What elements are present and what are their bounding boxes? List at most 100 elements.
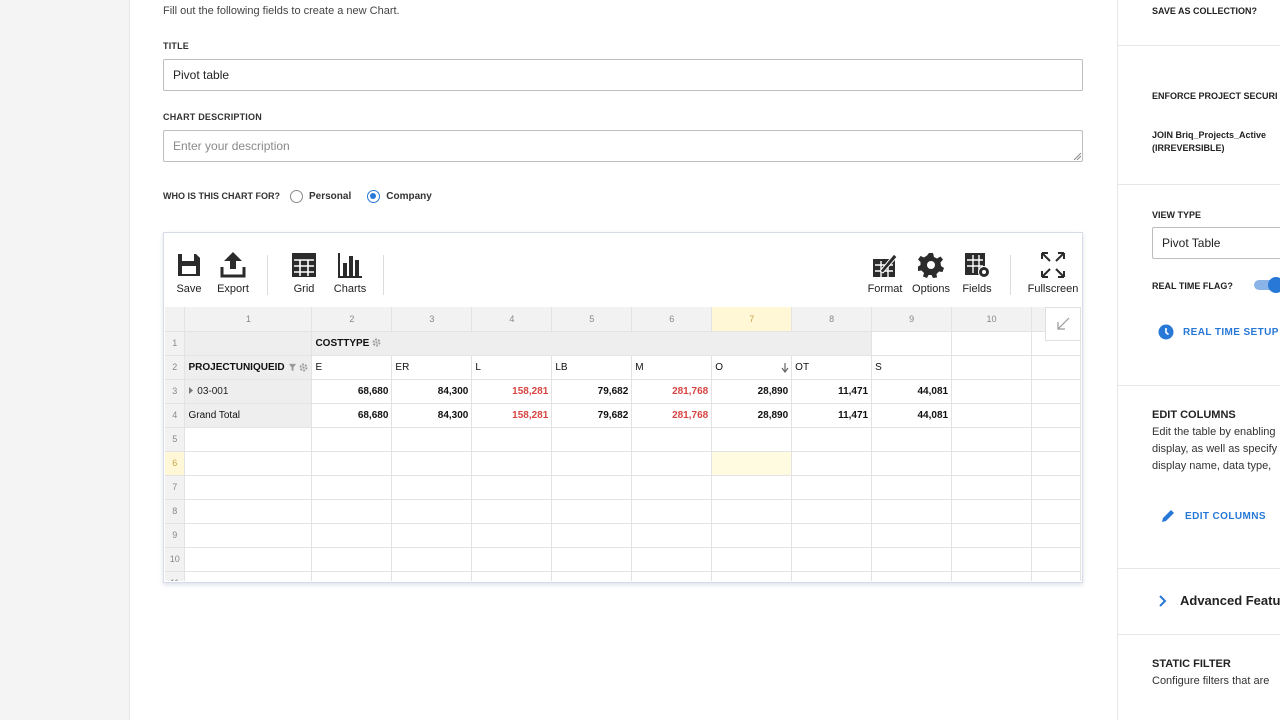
- format-button[interactable]: Format: [862, 251, 908, 301]
- gear-icon[interactable]: [299, 363, 308, 372]
- empty-cell[interactable]: [711, 499, 793, 524]
- empty-cell[interactable]: [871, 451, 953, 476]
- row-number[interactable]: 7: [165, 475, 186, 500]
- value-cell[interactable]: 84,300: [391, 379, 473, 404]
- empty-cell[interactable]: [551, 451, 633, 476]
- empty-cell[interactable]: [631, 427, 713, 452]
- row-number[interactable]: 5: [165, 427, 186, 452]
- empty-cell[interactable]: [631, 547, 713, 572]
- empty-cell[interactable]: [311, 451, 393, 476]
- empty-cell[interactable]: [551, 475, 633, 500]
- empty-cell[interactable]: [871, 499, 953, 524]
- empty-cell[interactable]: [311, 547, 393, 572]
- empty-cell[interactable]: [471, 499, 553, 524]
- empty-cell[interactable]: [1031, 427, 1081, 452]
- view-type-select[interactable]: Pivot Table: [1152, 227, 1280, 259]
- empty-cell[interactable]: [871, 523, 953, 548]
- empty-cell[interactable]: [951, 451, 1032, 476]
- empty-cell[interactable]: [791, 571, 873, 581]
- empty-cell[interactable]: [551, 523, 633, 548]
- row-number[interactable]: 9: [165, 523, 186, 548]
- empty-cell[interactable]: [951, 475, 1032, 500]
- empty-cell[interactable]: [391, 451, 473, 476]
- row-number[interactable]: 4: [165, 403, 186, 428]
- empty-cell[interactable]: [391, 427, 473, 452]
- empty-cell[interactable]: [184, 499, 313, 524]
- empty-cell[interactable]: [711, 523, 793, 548]
- empty-cell[interactable]: [184, 547, 313, 572]
- empty-cell[interactable]: [184, 451, 313, 476]
- empty-cell[interactable]: [631, 571, 713, 581]
- empty-cell[interactable]: [471, 451, 553, 476]
- radio-company-label[interactable]: Company: [386, 191, 432, 202]
- cost-type-header[interactable]: M: [631, 355, 713, 380]
- charts-button[interactable]: Charts: [327, 251, 373, 301]
- real-time-toggle[interactable]: [1254, 277, 1280, 293]
- expand-caret-icon[interactable]: [188, 386, 194, 394]
- column-number[interactable]: 3: [391, 307, 473, 332]
- empty-cell[interactable]: [391, 571, 473, 581]
- column-number[interactable]: 1: [184, 307, 313, 332]
- fields-button[interactable]: Fields: [954, 251, 1000, 301]
- empty-cell[interactable]: [791, 427, 873, 452]
- title-input[interactable]: [163, 59, 1083, 91]
- cost-type-header[interactable]: S: [871, 355, 953, 380]
- column-number[interactable]: 10: [951, 307, 1032, 332]
- value-cell[interactable]: 11,471: [791, 379, 873, 404]
- empty-cell[interactable]: [1031, 475, 1081, 500]
- empty-cell[interactable]: [311, 571, 393, 581]
- empty-cell[interactable]: [631, 475, 713, 500]
- edit-columns-button[interactable]: EDIT COLUMNS: [1160, 508, 1266, 524]
- column-dimension-header[interactable]: COSTTYPE: [311, 331, 873, 356]
- row-number[interactable]: 6: [165, 451, 186, 476]
- empty-cell[interactable]: [184, 427, 313, 452]
- shrink-button[interactable]: [1045, 307, 1081, 341]
- empty-cell[interactable]: [471, 427, 553, 452]
- total-cell[interactable]: 68,680: [311, 403, 393, 428]
- fullscreen-button[interactable]: Fullscreen: [1024, 251, 1082, 301]
- empty-cell[interactable]: [471, 571, 553, 581]
- description-input[interactable]: [163, 130, 1083, 162]
- empty-cell[interactable]: [311, 427, 393, 452]
- empty-cell[interactable]: [551, 427, 633, 452]
- radio-personal[interactable]: [290, 189, 303, 203]
- empty-cell[interactable]: [1031, 451, 1081, 476]
- empty-cell[interactable]: [184, 475, 313, 500]
- empty-cell[interactable]: [391, 499, 473, 524]
- value-cell[interactable]: 28,890: [711, 379, 793, 404]
- empty-cell[interactable]: [391, 547, 473, 572]
- column-number[interactable]: 7: [711, 307, 793, 332]
- empty-cell[interactable]: [551, 547, 633, 572]
- empty-cell[interactable]: [391, 475, 473, 500]
- empty-cell[interactable]: [791, 475, 873, 500]
- total-cell[interactable]: 84,300: [391, 403, 473, 428]
- total-cell[interactable]: 28,890: [711, 403, 793, 428]
- cost-type-header-sorted[interactable]: O: [711, 355, 793, 380]
- empty-cell[interactable]: [711, 547, 793, 572]
- empty-cell[interactable]: [791, 499, 873, 524]
- empty-cell[interactable]: [791, 547, 873, 572]
- empty-cell[interactable]: [471, 547, 553, 572]
- grid-button[interactable]: Grid: [281, 251, 327, 301]
- export-button[interactable]: Export: [210, 251, 256, 301]
- value-cell[interactable]: 68,680: [311, 379, 393, 404]
- row-number[interactable]: 2: [165, 355, 186, 380]
- empty-cell[interactable]: [951, 499, 1032, 524]
- empty-cell[interactable]: [791, 523, 873, 548]
- total-cell[interactable]: 11,471: [791, 403, 873, 428]
- empty-cell[interactable]: [631, 499, 713, 524]
- empty-cell[interactable]: [184, 523, 313, 548]
- empty-cell[interactable]: [551, 499, 633, 524]
- empty-cell[interactable]: [871, 427, 953, 452]
- empty-cell[interactable]: [391, 523, 473, 548]
- column-number[interactable]: 5: [551, 307, 633, 332]
- save-button[interactable]: Save: [166, 251, 212, 301]
- real-time-setup-button[interactable]: REAL TIME SETUP: [1158, 324, 1279, 340]
- value-cell[interactable]: 281,768: [631, 379, 713, 404]
- total-cell[interactable]: 79,682: [551, 403, 633, 428]
- total-cell[interactable]: 44,081: [871, 403, 953, 428]
- empty-cell[interactable]: [871, 547, 953, 572]
- empty-cell[interactable]: [1031, 499, 1081, 524]
- empty-cell[interactable]: [1031, 547, 1081, 572]
- value-cell[interactable]: 44,081: [871, 379, 953, 404]
